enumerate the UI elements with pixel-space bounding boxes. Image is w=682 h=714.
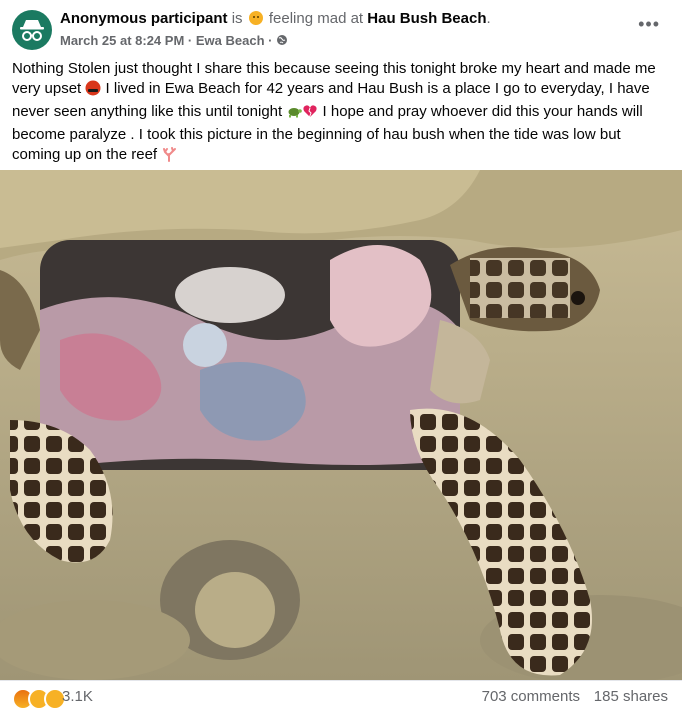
post-timestamp[interactable]: March 25 at 8:24 PM [60,33,184,48]
globe-icon[interactable] [276,34,288,46]
post-photo[interactable] [0,170,682,680]
angry-cursing-emoji-icon [85,80,101,102]
post-footer: 3.1K 703 comments 185 shares [0,680,682,714]
meta-separator-2: · [268,33,273,48]
broken-heart-emoji-icon [302,103,318,125]
author-line: Anonymous participant is feeling mad at … [60,10,491,27]
place-link[interactable]: Hau Bush Beach [367,10,486,27]
feeling-text: feeling mad at [268,10,364,27]
meta-separator: · [187,33,193,48]
anonymous-avatar[interactable] [12,10,52,50]
coral-emoji-icon [161,146,177,168]
post-text: Nothing Stolen just thought I share this… [12,59,670,168]
is-text: is [231,10,243,27]
incognito-icon [20,20,44,41]
photo-turtle-on-reef [0,170,682,680]
facebook-post: Anonymous participant is feeling mad at … [0,0,682,714]
end-punctuation: . [486,10,491,27]
post-header: Anonymous participant is feeling mad at … [0,0,682,56]
more-options-button[interactable]: ••• [638,14,660,35]
turtle-emoji-icon [286,103,303,125]
mad-face-icon [248,11,263,25]
shares-count[interactable]: 185 shares [594,688,668,705]
post-location[interactable]: Ewa Beach [196,33,265,48]
comments-count[interactable]: 703 comments [482,688,580,705]
author-name[interactable]: Anonymous participant [60,10,228,27]
post-meta: March 25 at 8:24 PM · Ewa Beach · [60,33,288,48]
reaction-count[interactable]: 3.1K [62,688,93,705]
